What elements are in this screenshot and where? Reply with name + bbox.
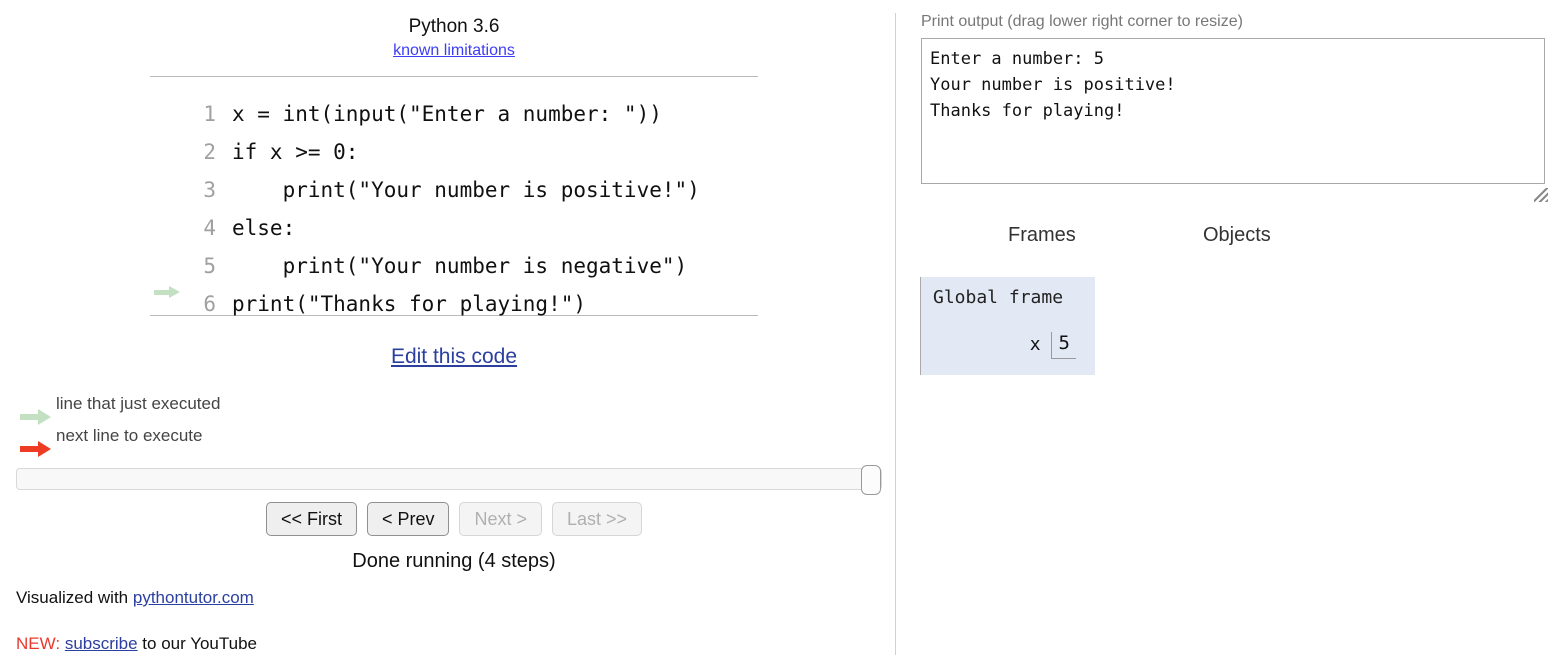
print-output-textarea[interactable]: Enter a number: 5 Your number is positiv… <box>921 38 1545 184</box>
code-gutter <box>150 121 190 159</box>
slider-handle[interactable] <box>861 465 881 495</box>
known-limitations-row: known limitations <box>150 42 758 60</box>
global-frame-title: Global frame <box>933 287 1064 308</box>
execution-status-label: Done running (4 steps) <box>352 550 556 572</box>
code-line[interactable]: 1 x = int(input("Enter a number: ")) <box>150 83 758 126</box>
variable-value: 5 <box>1050 332 1076 359</box>
code-display: 1 x = int(input("Enter a number: ")) 2 if x… <box>150 76 758 316</box>
legend-row-executed: line that just executed <box>16 388 221 425</box>
code-line-number: 1 <box>203 102 216 126</box>
edit-code-row: Edit this code <box>150 345 758 369</box>
code-gutter <box>150 273 190 311</box>
promo-row: NEW: subscribe to our YouTube <box>16 634 257 654</box>
python-version-label: Python 3.6 <box>408 16 500 37</box>
code-line-number: 4 <box>203 216 216 240</box>
code-line-text: if x >= 0: <box>232 140 359 164</box>
objects-heading: Objects <box>1203 224 1271 246</box>
code-line-text: print("Your number is negative") <box>232 254 688 278</box>
green-arrow-icon <box>154 286 180 298</box>
legend-executed-label: line that just executed <box>56 394 221 413</box>
code-gutter <box>150 83 190 121</box>
visualizer-left-pane: Python 3.6 known limitations 1 x = int(in… <box>0 0 895 655</box>
next-button: Next > <box>459 502 543 536</box>
legend-next-label: next line to execute <box>56 426 203 445</box>
subscribe-link[interactable]: subscribe <box>65 634 138 653</box>
code-line-text: x = int(input("Enter a number: ")) <box>232 102 662 126</box>
step-navigation-buttons: << First < Prev Next > Last >> <box>150 502 758 536</box>
green-arrow-icon <box>20 409 54 425</box>
frames-heading: Frames <box>1008 224 1076 246</box>
code-line-text: else: <box>232 216 296 240</box>
code-gutter <box>150 159 190 197</box>
known-limitations-link[interactable]: known limitations <box>393 42 515 59</box>
code-gutter <box>150 197 190 235</box>
first-button[interactable]: << First <box>265 502 357 536</box>
code-line-text: print("Your number is positive!") <box>232 178 700 202</box>
print-output-label: Print output (drag lower right corner to… <box>921 13 1243 30</box>
resize-grip-icon[interactable] <box>1534 188 1548 202</box>
execution-legend: line that just executed next line to exe… <box>16 388 221 457</box>
visualized-with-prefix: Visualized with <box>16 588 133 607</box>
variable-name: x <box>1029 334 1041 355</box>
edit-this-code-link[interactable]: Edit this code <box>391 345 517 368</box>
red-arrow-icon <box>20 441 54 457</box>
execution-step-slider[interactable] <box>16 465 882 495</box>
code-line-number: 2 <box>203 140 216 164</box>
code-gutter <box>150 235 190 273</box>
variable-row: x 5 <box>921 332 1096 359</box>
visualized-with-row: Visualized with pythontutor.com <box>16 588 254 608</box>
code-line-number: 5 <box>203 254 216 278</box>
promo-new-label: NEW: <box>16 634 61 653</box>
code-line-number: 3 <box>203 178 216 202</box>
pane-divider <box>895 13 896 655</box>
pythontutor-link[interactable]: pythontutor.com <box>133 588 254 607</box>
prev-button[interactable]: < Prev <box>366 502 450 536</box>
code-line-text: print("Thanks for playing!") <box>232 292 587 316</box>
global-frame-box: Global frame x 5 <box>920 277 1095 375</box>
code-line-number: 6 <box>203 292 216 316</box>
last-button: Last >> <box>552 502 643 536</box>
promo-tail-label: to our YouTube <box>137 634 257 653</box>
